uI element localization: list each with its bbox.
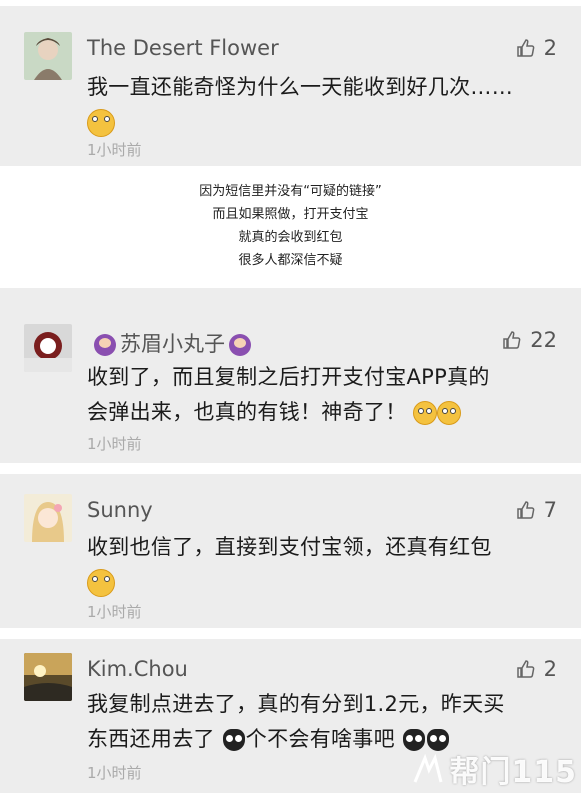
avatar[interactable] xyxy=(24,653,72,701)
like-button[interactable]: 2 xyxy=(516,657,557,681)
thumbs-up-icon xyxy=(516,660,535,678)
like-count: 2 xyxy=(543,36,557,60)
emoji-icon xyxy=(87,109,115,137)
narrative-line: 很多人都深信不疑 xyxy=(238,253,343,268)
watermark-logo-icon xyxy=(413,753,443,783)
owl-emoji-icon xyxy=(222,729,245,751)
girl-emoji-icon xyxy=(229,334,251,356)
like-count: 7 xyxy=(543,498,557,522)
commenter-name[interactable]: Kim.Chou xyxy=(87,657,188,681)
comment-card: The Desert Flower 2 我一直还能奇怪为什么一天能收到好几次……… xyxy=(0,6,581,166)
avatar[interactable] xyxy=(24,32,72,80)
like-count: 2 xyxy=(543,657,557,681)
narrative-line: 而且如果照做，打开支付宝 xyxy=(212,207,369,222)
watermark: 帮门115 xyxy=(411,747,577,791)
like-button[interactable]: 2 xyxy=(516,36,557,60)
commenter-name[interactable]: The Desert Flower xyxy=(87,36,279,60)
commenter-name[interactable]: 苏眉小丸子 xyxy=(90,328,255,358)
emoji-icon xyxy=(87,569,115,597)
like-count: 22 xyxy=(530,328,557,352)
narrative-line: 因为短信里并没有“可疑的链接” xyxy=(199,184,382,199)
avatar[interactable] xyxy=(24,324,72,372)
comment-time: 1小时前 xyxy=(87,764,142,782)
comment-time: 1小时前 xyxy=(87,603,142,621)
comment-text: 收到也信了，直接到支付宝领，还真有红包 xyxy=(87,530,561,600)
comment-text: 收到了，而且复制之后打开支付宝APP真的 会弹出来，也真的有钱！神奇了！ xyxy=(87,365,490,425)
thumbs-up-icon xyxy=(503,331,521,349)
avatar[interactable] xyxy=(24,494,72,542)
like-button[interactable]: 7 xyxy=(516,498,557,522)
girl-emoji-icon xyxy=(94,334,116,356)
comment-text: 我一直还能奇怪为什么一天能收到好几次…… xyxy=(87,70,561,140)
thumbs-up-icon xyxy=(516,501,535,519)
emoji-icon xyxy=(413,401,438,425)
like-button[interactable]: 22 xyxy=(502,328,557,352)
narrative-text: 因为短信里并没有“可疑的链接” 而且如果照做，打开支付宝 就真的会收到红包 很多… xyxy=(0,180,581,272)
emoji-icon xyxy=(437,401,462,425)
comment-time: 1小时前 xyxy=(87,435,142,453)
thumbs-up-icon xyxy=(516,39,535,57)
comment-time: 1小时前 xyxy=(87,141,142,159)
comment-card: Sunny 7 收到也信了，直接到支付宝领，还真有红包 1小时前 xyxy=(0,474,581,628)
comment-card: 苏眉小丸子 22 收到了，而且复制之后打开支付宝APP真的 会弹出来，也真的有钱… xyxy=(0,288,581,463)
narrative-line: 就真的会收到红包 xyxy=(238,230,343,245)
commenter-name[interactable]: Sunny xyxy=(87,498,153,522)
